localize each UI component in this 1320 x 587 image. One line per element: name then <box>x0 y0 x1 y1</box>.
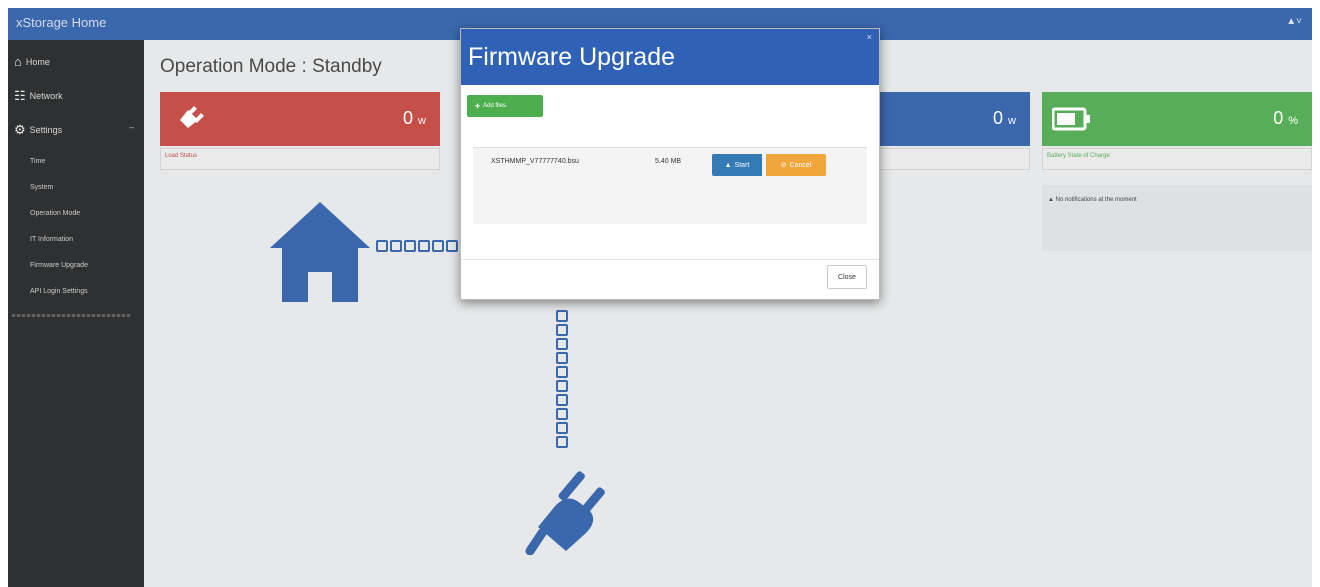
dialog-title: Firmware Upgrade <box>468 43 676 71</box>
cancel-button[interactable]: ⊘ Cancel <box>766 154 826 176</box>
add-files-button[interactable]: ✚ Add files <box>467 95 543 117</box>
file-size: 5.40 MB <box>655 158 682 165</box>
file-name: XSTHMMP_V77777740.bsu <box>491 158 579 165</box>
app-frame: xStorage Home ▲˅ ⌂ Home ☷ Network ⚙ Sett… <box>8 8 1312 587</box>
upload-icon: ▲ <box>724 161 732 169</box>
upload-file-row: XSTHMMP_V77777740.bsu 5.40 MB ▲ Start ⊘ … <box>473 147 867 224</box>
dialog-footer-divider <box>461 259 879 260</box>
start-button[interactable]: ▲ Start <box>712 154 762 176</box>
close-button[interactable]: Close <box>827 265 867 289</box>
ban-icon: ⊘ <box>780 162 787 169</box>
firmware-upgrade-dialog: Firmware Upgrade × ✚ Add files XSTHMMP_V… <box>460 28 880 300</box>
close-icon[interactable]: × <box>867 32 872 42</box>
dialog-header: Firmware Upgrade × <box>461 29 879 85</box>
plus-icon: ✚ <box>475 103 481 110</box>
